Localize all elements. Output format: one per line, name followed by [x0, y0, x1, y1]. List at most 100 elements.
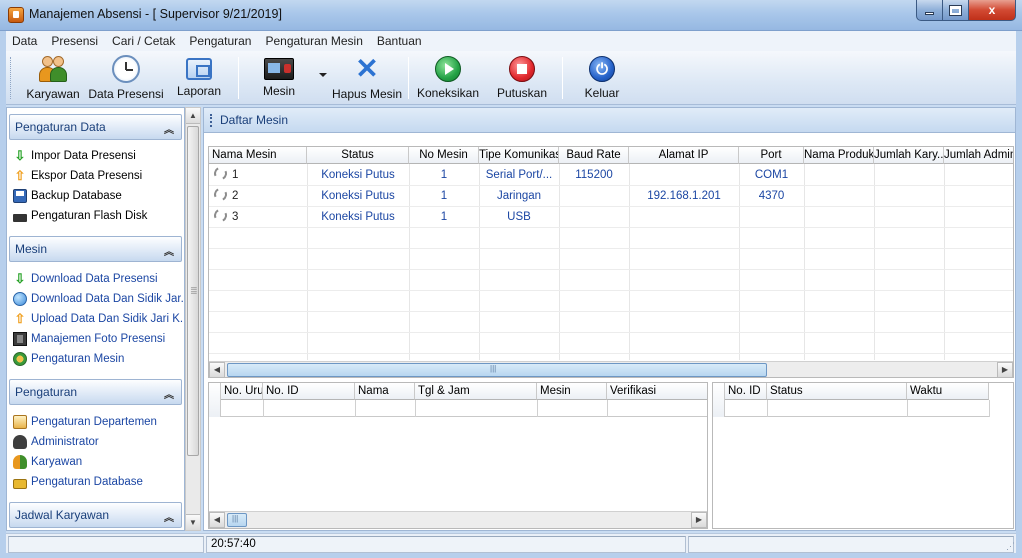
log-table[interactable]: No. ID Status Waktu — [712, 382, 1014, 529]
data-presensi-button[interactable]: Data Presensi — [88, 55, 164, 101]
sidebar-item-pengaturan-database[interactable]: Pengaturan Database — [13, 472, 143, 492]
sidebar-item-pengaturan-mesin[interactable]: Pengaturan Mesin — [13, 349, 124, 369]
sidebar-item-administrator[interactable]: Administrator — [13, 432, 99, 452]
column-header-mesin[interactable]: Mesin — [537, 383, 607, 400]
machine-comm-type[interactable]: Serial Port/... — [479, 165, 559, 186]
minimize-button[interactable] — [916, 0, 943, 21]
column-header-no-mesin[interactable]: No Mesin — [409, 147, 479, 164]
title-bar[interactable]: Manajemen Absensi - [ Supervisor 9/21/20… — [0, 0, 1022, 31]
machine-port[interactable]: COM1 — [739, 165, 804, 186]
scroll-left-arrow-icon[interactable]: ◀ — [209, 362, 225, 377]
machine-comm-type[interactable]: Jaringan — [479, 186, 559, 207]
machine-comm-type[interactable]: USB — [479, 207, 559, 228]
menu-pengaturan-mesin[interactable]: Pengaturan Mesin — [265, 34, 362, 48]
machine-number[interactable]: 1 — [409, 165, 479, 186]
table-row[interactable] — [221, 400, 707, 417]
hapus-mesin-button[interactable]: ✕ Hapus Mesin — [332, 55, 402, 102]
sidebar-group-mesin[interactable]: Mesin ︽ — [9, 236, 182, 262]
machine-number[interactable]: 1 — [409, 207, 479, 228]
mesin-dropdown-arrow-icon[interactable] — [319, 73, 327, 77]
collapse-chevron-icon[interactable]: ︽ — [164, 386, 174, 401]
machine-table-hscrollbar[interactable]: ◀ ||| ▶ — [209, 361, 1013, 377]
scroll-right-arrow-icon[interactable]: ▶ — [997, 362, 1013, 377]
scroll-down-arrow-icon[interactable]: ▼ — [186, 514, 200, 530]
sidebar-item-download-data-presensi[interactable]: ⇩ Download Data Presensi — [13, 269, 158, 289]
machine-ip[interactable] — [629, 207, 739, 228]
machine-status[interactable]: Koneksi Putus — [307, 165, 409, 186]
sidebar-group-pengaturan[interactable]: Pengaturan ︽ — [9, 379, 182, 405]
sidebar-item-ekspor-data-presensi[interactable]: ⇧ Ekspor Data Presensi — [13, 166, 143, 186]
machine-status[interactable]: Koneksi Putus — [307, 207, 409, 228]
sidebar-group-pengaturan-data[interactable]: Pengaturan Data ︽ — [9, 114, 182, 140]
table-row[interactable]: 1 — [209, 165, 307, 186]
resize-grip-icon[interactable]: ⋰ — [1006, 541, 1015, 552]
karyawan-button[interactable]: Karyawan — [26, 55, 80, 101]
presence-table-hscrollbar[interactable]: ◀ ||| ▶ — [209, 511, 707, 528]
column-header-no-urut[interactable]: No. Urut — [221, 383, 263, 400]
scroll-thumb[interactable]: ═ ═ — [187, 126, 199, 456]
column-header-tipe-komunikasi[interactable]: Tipe Komunikasi — [479, 147, 559, 164]
column-header-nama-mesin[interactable]: Nama Mesin — [209, 147, 307, 164]
menu-presensi[interactable]: Presensi — [51, 34, 98, 48]
machine-number[interactable]: 1 — [409, 186, 479, 207]
machine-port[interactable]: 4370 — [739, 186, 804, 207]
column-header-baud-rate[interactable]: Baud Rate — [559, 147, 629, 164]
column-header-no-id[interactable]: No. ID — [263, 383, 355, 400]
machine-ip[interactable] — [629, 165, 739, 186]
sidebar-item-upload-data-sidik-jari[interactable]: ⇧ Upload Data Dan Sidik Jari K... — [13, 309, 184, 329]
column-header-waktu[interactable]: Waktu — [907, 383, 989, 400]
column-header-no-id[interactable]: No. ID — [725, 383, 767, 400]
machine-baud-rate[interactable] — [559, 207, 629, 228]
scroll-right-arrow-icon[interactable]: ▶ — [691, 512, 707, 528]
machine-baud-rate[interactable] — [559, 186, 629, 207]
menu-data[interactable]: Data — [12, 34, 37, 48]
scroll-up-arrow-icon[interactable]: ▲ — [186, 108, 200, 124]
machine-port[interactable] — [739, 207, 804, 228]
maximize-button[interactable] — [943, 0, 969, 21]
laporan-button[interactable]: Laporan — [174, 55, 224, 101]
column-header-nama[interactable]: Nama — [355, 383, 415, 400]
sidebar-item-pengaturan-flash-disk[interactable]: Pengaturan Flash Disk — [13, 206, 147, 226]
scroll-left-arrow-icon[interactable]: ◀ — [209, 512, 225, 528]
collapse-chevron-icon[interactable]: ︽ — [164, 243, 174, 258]
menu-bantuan[interactable]: Bantuan — [377, 34, 422, 48]
sidebar-item-impor-data-presensi[interactable]: ⇩ Impor Data Presensi — [13, 146, 136, 166]
app-icon[interactable] — [8, 7, 24, 23]
collapse-chevron-icon[interactable]: ︽ — [164, 509, 174, 524]
table-row[interactable] — [725, 400, 989, 417]
scroll-thumb[interactable]: ||| — [227, 513, 247, 527]
column-header-status[interactable]: Status — [307, 147, 409, 164]
mesin-button[interactable]: Mesin — [256, 55, 302, 101]
menu-pengaturan[interactable]: Pengaturan — [189, 34, 251, 48]
close-button[interactable]: x — [969, 0, 1016, 21]
sidebar-item-backup-database[interactable]: Backup Database — [13, 186, 122, 206]
koneksikan-button[interactable]: Koneksikan — [417, 55, 479, 101]
sidebar-item-download-data-sidik-jari[interactable]: Download Data Dan Sidik Jar... — [13, 289, 184, 309]
menu-cari-cetak[interactable]: Cari / Cetak — [112, 34, 175, 48]
scroll-thumb[interactable]: ||| — [227, 363, 767, 377]
sidebar-item-karyawan[interactable]: Karyawan — [13, 452, 82, 472]
keluar-button[interactable]: ⏻ Keluar — [582, 55, 622, 101]
putuskan-button[interactable]: Putuskan — [496, 55, 548, 101]
toolbar-grip[interactable] — [10, 57, 13, 99]
machine-table[interactable]: Nama Mesin Status No Mesin Tipe Komunika… — [208, 146, 1014, 378]
column-header-port[interactable]: Port — [739, 147, 804, 164]
column-header-nama-produk[interactable]: Nama Produk — [804, 147, 874, 164]
column-header-tgl-jam[interactable]: Tgl & Jam — [415, 383, 537, 400]
column-header-jumlah-admin[interactable]: Jumlah Admin — [944, 147, 1013, 164]
column-header-alamat-ip[interactable]: Alamat IP — [629, 147, 739, 164]
table-row[interactable]: 2 — [209, 186, 307, 207]
table-row[interactable]: 3 — [209, 207, 307, 228]
column-header-status[interactable]: Status — [767, 383, 907, 400]
machine-ip[interactable]: 192.168.1.201 — [629, 186, 739, 207]
column-header-jumlah-karyawan[interactable]: Jumlah Kary... — [874, 147, 944, 164]
sidebar-item-pengaturan-departemen[interactable]: Pengaturan Departemen — [13, 412, 157, 432]
sidebar-item-manajemen-foto-presensi[interactable]: Manajemen Foto Presensi — [13, 329, 165, 349]
machine-baud-rate[interactable]: 115200 — [559, 165, 629, 186]
sidebar-group-jadwal-karyawan[interactable]: Jadwal Karyawan ︽ — [9, 502, 182, 528]
sidebar-scrollbar[interactable]: ▲ ═ ═ ▼ — [185, 107, 201, 531]
presence-table[interactable]: No. Urut No. ID Nama Tgl & Jam Mesin Ver… — [208, 382, 708, 529]
collapse-chevron-icon[interactable]: ︽ — [164, 121, 174, 136]
column-header-verifikasi[interactable]: Verifikasi — [607, 383, 707, 400]
machine-status[interactable]: Koneksi Putus — [307, 186, 409, 207]
